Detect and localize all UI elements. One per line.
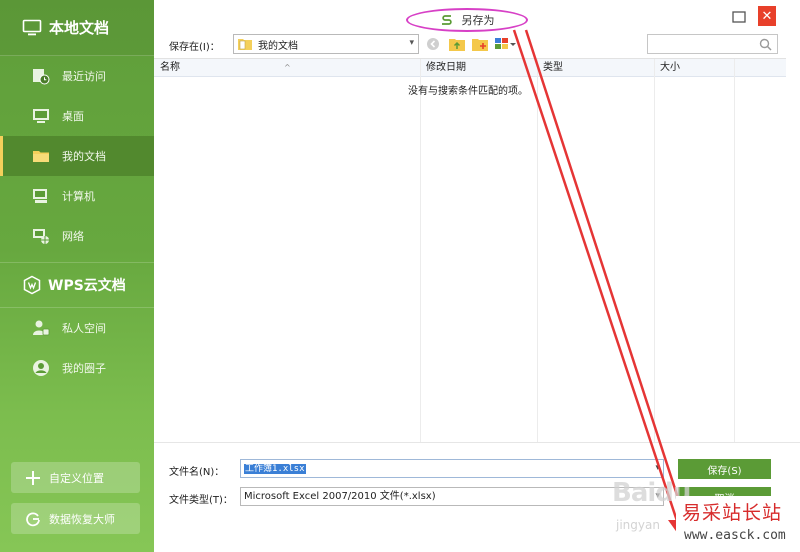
- sidebar-item-label: 我的文档: [62, 150, 106, 163]
- sidebar-item-recent[interactable]: 最近访问: [0, 56, 154, 96]
- jingyan-watermark: jingyan: [616, 518, 660, 532]
- column-header-size[interactable]: 大小: [654, 59, 734, 77]
- column-label: 修改日期: [426, 62, 466, 73]
- column-label: 大小: [660, 62, 680, 73]
- column-header-name[interactable]: 名称 ^: [154, 59, 420, 77]
- custom-location-label: 自定义位置: [49, 471, 104, 485]
- circle-icon: [33, 360, 49, 376]
- column-header-type[interactable]: 类型: [537, 59, 654, 77]
- maximize-icon[interactable]: [730, 8, 748, 26]
- location-select[interactable]: 我的文档 ▾: [233, 34, 419, 54]
- documents-folder-icon: [238, 39, 252, 50]
- new-folder-icon[interactable]: [472, 37, 488, 51]
- filetype-select[interactable]: Microsoft Excel 2007/2010 文件(*.xlsx) ▾: [240, 487, 664, 506]
- column-divider: [420, 59, 421, 443]
- sort-up-icon: ^: [284, 63, 291, 72]
- network-icon: [33, 229, 49, 244]
- filename-label: 文件名(N)：: [169, 467, 225, 478]
- wps-s-icon: [441, 15, 452, 25]
- column-label: 类型: [543, 62, 563, 73]
- desktop-icon: [33, 109, 49, 123]
- sidebar: 本地文档 最近访问 桌面 我的文档 计算机 网络 WPS云文档 私人空间 我的圈…: [0, 0, 154, 552]
- sidebar-item-private-space[interactable]: 私人空间: [0, 308, 154, 348]
- sidebar-item-my-circle[interactable]: 我的圈子: [0, 348, 154, 388]
- back-icon[interactable]: [426, 37, 442, 51]
- title-annotation-ellipse: 另存为: [406, 8, 528, 32]
- column-label: 名称: [160, 62, 180, 73]
- sidebar-item-label: 私人空间: [62, 322, 106, 335]
- sidebar-item-label: 我的圈子: [62, 362, 106, 375]
- column-header-filler: [734, 59, 786, 77]
- wps-cloud-header[interactable]: WPS云文档: [0, 262, 154, 308]
- sidebar-item-label: 最近访问: [62, 70, 106, 83]
- filename-value: 工作簿1.xlsx: [244, 464, 306, 474]
- data-recovery-button[interactable]: 数据恢复大师: [11, 503, 140, 534]
- save-button[interactable]: 保存(S): [678, 459, 771, 479]
- private-space-icon: [33, 320, 50, 336]
- plus-icon: [26, 470, 40, 485]
- recent-icon: [33, 69, 50, 85]
- view-menu-icon[interactable]: [495, 37, 517, 51]
- custom-location-button[interactable]: 自定义位置: [11, 462, 140, 493]
- column-header-date[interactable]: 修改日期: [420, 59, 537, 77]
- save-as-dialog: 另存为 ✕ 保存在(I)： 我的文档 ▾ 名称 ^ 修改日期 类型 大小 没有与…: [154, 0, 800, 552]
- up-folder-icon[interactable]: [449, 37, 465, 51]
- filetype-value: Microsoft Excel 2007/2010 文件(*.xlsx): [244, 491, 436, 502]
- file-list[interactable]: 名称 ^ 修改日期 类型 大小 没有与搜索条件匹配的项。: [154, 58, 786, 443]
- search-icon: [759, 38, 772, 51]
- sidebar-item-label: 桌面: [62, 110, 84, 123]
- local-docs-header[interactable]: 本地文档: [0, 0, 154, 56]
- column-divider: [537, 59, 538, 443]
- monitor-icon: [22, 19, 42, 35]
- recovery-icon: [26, 511, 40, 526]
- chevron-down-icon: ▾: [655, 463, 660, 473]
- column-divider: [654, 59, 655, 443]
- sidebar-item-label: 网络: [62, 230, 84, 243]
- filename-field[interactable]: 工作簿1.xlsx ▾: [240, 459, 664, 478]
- title-bar: 另存为 ✕: [154, 0, 800, 32]
- sidebar-item-desktop[interactable]: 桌面: [0, 96, 154, 136]
- search-input[interactable]: [647, 34, 778, 54]
- empty-message: 没有与搜索条件匹配的项。: [408, 86, 528, 97]
- close-icon: ✕: [761, 8, 773, 24]
- toolbar: 保存在(I)： 我的文档 ▾: [154, 32, 800, 58]
- sidebar-item-computer[interactable]: 计算机: [0, 176, 154, 216]
- location-value: 我的文档: [258, 40, 298, 52]
- save-button-label: 保存(S): [707, 465, 742, 477]
- save-in-label: 保存在(I)：: [169, 42, 220, 53]
- dialog-title: 另存为: [461, 14, 495, 27]
- wps-cloud-title: WPS云文档: [48, 278, 126, 294]
- computer-icon: [33, 189, 47, 203]
- wps-cloud-icon: [23, 275, 41, 295]
- sidebar-item-label: 计算机: [62, 190, 95, 203]
- chevron-down-icon: ▾: [409, 38, 414, 48]
- sidebar-item-network[interactable]: 网络: [0, 216, 154, 256]
- site-watermark-url: www.easck.com: [684, 528, 786, 543]
- folder-icon: [33, 151, 49, 162]
- filetype-label: 文件类型(T)：: [169, 495, 233, 506]
- sidebar-item-my-documents[interactable]: 我的文档: [0, 136, 154, 176]
- site-watermark-title: 易采站长站: [682, 502, 783, 524]
- data-recovery-label: 数据恢复大师: [49, 512, 115, 526]
- close-button[interactable]: ✕: [758, 6, 776, 26]
- local-docs-title: 本地文档: [49, 19, 110, 37]
- column-divider: [734, 59, 735, 443]
